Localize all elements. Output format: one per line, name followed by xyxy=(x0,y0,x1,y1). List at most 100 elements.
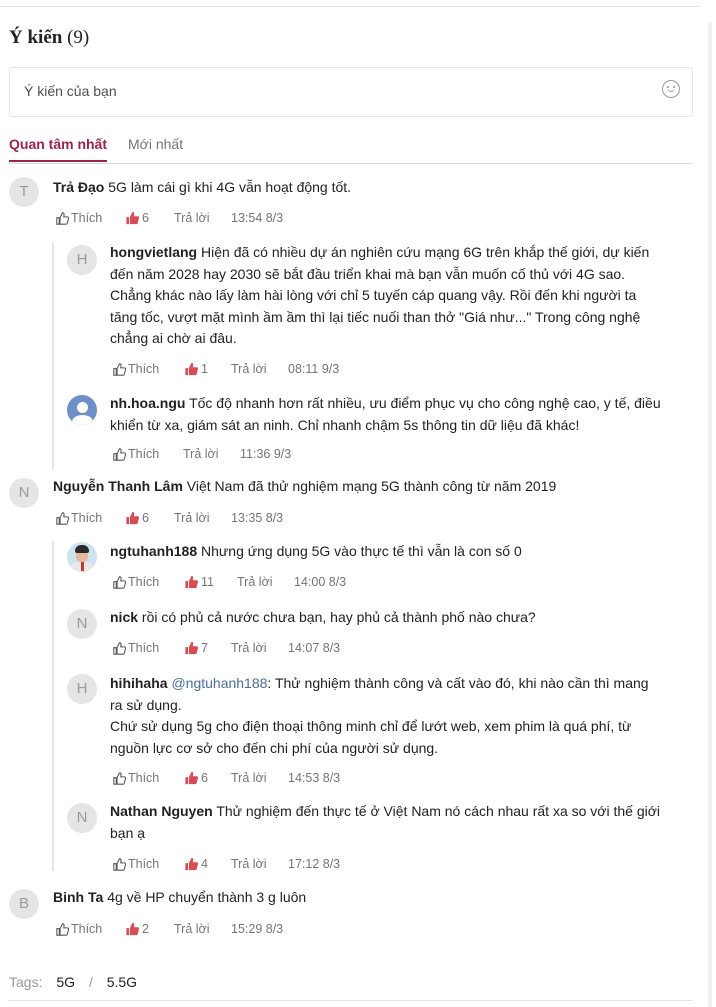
avatar xyxy=(67,542,97,572)
like-count: 6 xyxy=(184,771,208,785)
like-count-icon xyxy=(126,211,140,225)
avatar: T xyxy=(9,177,39,207)
like-count: 1 xyxy=(184,362,208,376)
tag-link[interactable]: 5.5G xyxy=(107,974,137,990)
comment-input-placeholder: Ý kiến của bạn xyxy=(24,83,117,99)
thumbs-up-icon xyxy=(113,363,126,376)
like-count-icon xyxy=(126,922,140,936)
like-count-value: 6 xyxy=(142,211,149,225)
reply-thread-line xyxy=(52,541,54,871)
comment-text: Thử nghiệm đến thực tế ở Việt Nam nó các… xyxy=(216,803,661,819)
comment-body: Trả Đạo 5G làm cái gì khi 4G vẫn hoạt độ… xyxy=(53,177,693,199)
avatar: H xyxy=(67,245,97,275)
comment-body: Binh Ta 4g về HP chuyển thành 3 g luôn xyxy=(53,887,693,909)
top-divider xyxy=(0,6,700,7)
comment-time: 08:11 9/3 xyxy=(288,362,340,376)
comment-time: 13:35 8/3 xyxy=(231,511,284,525)
comment-input[interactable]: Ý kiến của bạn xyxy=(9,67,693,117)
tag-separator: / xyxy=(88,974,93,990)
like-button[interactable]: Thích xyxy=(56,211,102,225)
like-label: Thích xyxy=(128,362,160,376)
comment-author[interactable]: Nathan Nguyen xyxy=(110,803,213,819)
avatar: N xyxy=(67,609,97,639)
reply-button[interactable]: Trả lời xyxy=(174,211,210,225)
comment-text-line: bạn ạ xyxy=(110,824,146,841)
like-button[interactable]: Thích xyxy=(113,857,159,871)
comment-author[interactable]: Binh Ta xyxy=(53,889,103,905)
comments-title: Ý kiến (9) xyxy=(9,27,89,49)
comment-body: hihihaha @ngtuhanh188: Thử nghiệm thành … xyxy=(110,673,695,759)
reply-button[interactable]: Trả lời xyxy=(183,447,219,461)
like-button[interactable]: Thích xyxy=(113,447,159,461)
tab-newest[interactable]: Mới nhất xyxy=(128,136,183,160)
like-count-icon xyxy=(185,771,199,785)
comment-body: nh.hoa.ngu Tốc độ nhanh hơn rất nhiều, ư… xyxy=(110,393,695,436)
like-button[interactable]: Thích xyxy=(113,362,159,376)
comment-text: Tốc độ nhanh hơn rất nhiều, ưu điểm phục… xyxy=(189,395,661,411)
comment-body: nick rồi có phủ cả nước chưa bạn, hay ph… xyxy=(110,607,695,629)
thumbs-up-icon xyxy=(113,858,126,871)
like-label: Thích xyxy=(128,771,160,785)
comment-author[interactable]: nh.hoa.ngu xyxy=(110,395,185,411)
reply-button[interactable]: Trả lời xyxy=(174,511,210,525)
like-count: 7 xyxy=(184,641,208,655)
like-button[interactable]: Thích xyxy=(56,511,102,525)
like-count: 4 xyxy=(184,857,208,871)
comment-text: 4g về HP chuyển thành 3 g luôn xyxy=(107,889,307,905)
comment-text-line: ra sử dụng. xyxy=(110,696,182,713)
comment-text: rồi có phủ cả nước chưa bạn, hay phủ cả … xyxy=(141,609,536,625)
like-count-value: 6 xyxy=(142,511,149,525)
like-count-icon xyxy=(185,362,199,376)
comment-author[interactable]: Nguyễn Thanh Lâm xyxy=(53,478,183,494)
like-button[interactable]: Thích xyxy=(113,641,159,655)
like-count-icon xyxy=(185,857,199,871)
like-label: Thích xyxy=(71,211,103,225)
thumbs-up-icon xyxy=(113,772,126,785)
comment-actions: Thích 7 Trả lời 14:07 8/3 xyxy=(113,641,413,657)
reply-button[interactable]: Trả lời xyxy=(174,922,210,936)
comment-body: Nathan Nguyen Thử nghiệm đến thực tế ở V… xyxy=(110,801,695,844)
comment-body: ngtuhanh188 Nhưng ứng dụng 5G vào thực t… xyxy=(110,541,695,563)
reply-button[interactable]: Trả lời xyxy=(231,857,267,871)
comment-text: 5G làm cái gì khi 4G vẫn hoạt động tốt. xyxy=(108,179,352,195)
like-label: Thích xyxy=(128,641,160,655)
comment-actions: Thích 6 Trả lời 14:53 8/3 xyxy=(113,771,413,787)
thumbs-up-icon xyxy=(113,576,126,589)
like-count-value: 4 xyxy=(201,857,208,871)
comment-body: hongvietlang Hiện đã có nhiều dự án nghi… xyxy=(110,242,695,350)
like-button[interactable]: Thích xyxy=(113,575,159,589)
like-count-icon xyxy=(126,511,140,525)
avatar: N xyxy=(9,478,39,508)
comment-mention[interactable]: @ngtuhanh188 xyxy=(171,675,267,691)
comment-actions: Thích Trả lời 11:36 9/3 xyxy=(113,447,413,463)
comment-author[interactable]: Trả Đạo xyxy=(53,179,104,195)
avatar: B xyxy=(9,889,39,919)
like-button[interactable]: Thích xyxy=(56,922,102,936)
smile-icon[interactable] xyxy=(662,80,680,98)
comment-time: 14:00 8/3 xyxy=(294,575,347,589)
comment-actions: Thích 6 Trả lời 13:54 8/3 xyxy=(56,211,356,227)
comment-author[interactable]: hongvietlang xyxy=(110,244,197,260)
like-count: 11 xyxy=(184,575,214,589)
reply-button[interactable]: Trả lời xyxy=(237,575,273,589)
comment-author[interactable]: ngtuhanh188 xyxy=(110,543,197,559)
reply-button[interactable]: Trả lời xyxy=(231,362,267,376)
comment-author[interactable]: hihihaha xyxy=(110,675,168,691)
comment-time: 17:12 8/3 xyxy=(288,857,341,871)
like-count: 6 xyxy=(125,511,149,525)
comment-time: 14:53 8/3 xyxy=(288,771,341,785)
tag-link[interactable]: 5G xyxy=(56,974,75,990)
comment-body: Nguyễn Thanh Lâm Việt Nam đã thử nghiệm … xyxy=(53,476,693,498)
like-count-value: 2 xyxy=(142,922,149,936)
reply-button[interactable]: Trả lời xyxy=(231,641,267,655)
comment-time: 14:07 8/3 xyxy=(288,641,341,655)
comment-actions: Thích 4 Trả lời 17:12 8/3 xyxy=(113,857,413,873)
scrollbar-track[interactable] xyxy=(708,22,712,1007)
reply-button[interactable]: Trả lời xyxy=(231,771,267,785)
comment-text-line: nguồn lực cơ sở cho đến chi phí của ngườ… xyxy=(110,739,439,756)
avatar xyxy=(67,395,97,425)
avatar: N xyxy=(67,803,97,833)
like-button[interactable]: Thích xyxy=(113,771,159,785)
comment-author[interactable]: nick xyxy=(110,609,138,625)
tab-most-interested[interactable]: Quan tâm nhất xyxy=(9,136,108,162)
